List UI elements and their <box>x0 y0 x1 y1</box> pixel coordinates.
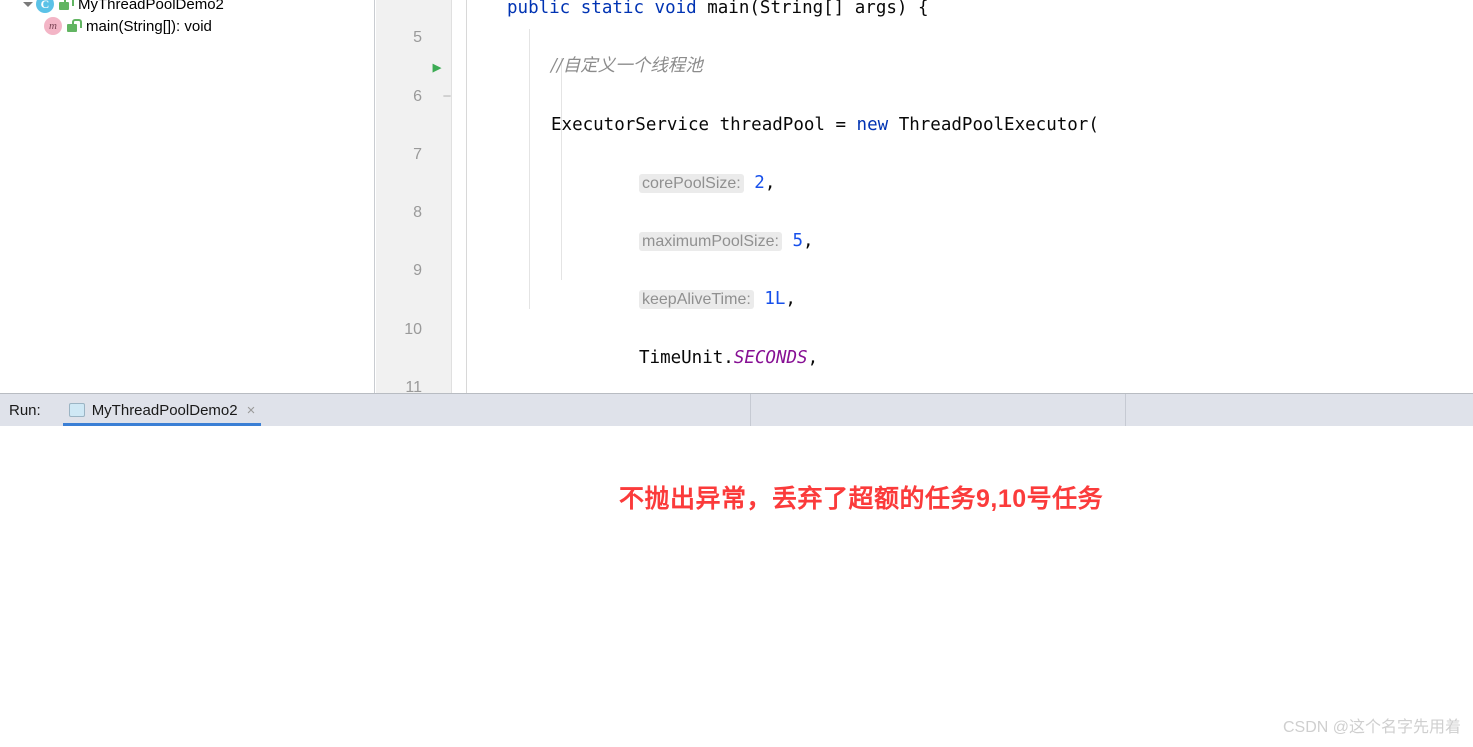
run-config-icon <box>68 403 85 417</box>
code-line[interactable]: 9 maximumPoolSize: 5, <box>376 227 1473 279</box>
editor-area: C MyThreadPoolDemo2 m main(String[]): vo… <box>0 0 1473 393</box>
code-text: ExecutorService threadPool = new ThreadP… <box>453 111 1099 140</box>
token-public: public <box>507 0 571 18</box>
ide-window: C MyThreadPoolDemo2 m main(String[]): vo… <box>0 0 1473 747</box>
lock-icon <box>57 0 74 11</box>
lock-icon <box>65 19 82 33</box>
code-line[interactable]: 7 ExecutorService threadPool = new Threa… <box>376 111 1473 163</box>
run-tool-window: Run: MyThreadPoolDemo2 × 不抛出异常，丢弃了超额的任务9… <box>0 393 1473 747</box>
token-seconds: SECONDS <box>733 347 808 368</box>
close-icon[interactable]: × <box>247 402 256 419</box>
line-number: 8 <box>413 204 422 222</box>
param-hint-keepalivetime: keepAliveTime: <box>639 290 754 310</box>
structure-tool-window[interactable]: C MyThreadPoolDemo2 m main(String[]): vo… <box>0 0 375 393</box>
watermark: CSDN @这个名字先用着 <box>1282 719 1461 736</box>
run-tool-window-header: Run: MyThreadPoolDemo2 × <box>0 394 1473 426</box>
line-number: 11 <box>405 379 422 393</box>
run-tab-label: MyThreadPoolDemo2 <box>91 401 238 419</box>
line-number: 5 <box>413 29 422 47</box>
code-surface[interactable]: 5 ▶ − public static void main(String[] a… <box>376 0 1473 393</box>
code-text: TimeUnit.SECONDS, <box>453 344 818 373</box>
method-icon: m <box>44 17 62 35</box>
token-number: 2 <box>754 172 765 193</box>
tree-node-method-label: main(String[]): void <box>86 17 212 35</box>
tree-node-class-label: MyThreadPoolDemo2 <box>78 0 224 13</box>
token-decl: ExecutorService threadPool = <box>551 114 857 135</box>
token-timeunit: TimeUnit. <box>639 347 734 368</box>
code-text: corePoolSize: 2, <box>453 169 775 198</box>
token-comma: , <box>764 172 776 193</box>
line-number: 10 <box>404 320 422 338</box>
line-number: 7 <box>413 145 422 163</box>
param-hint-corepoolsize: corePoolSize: <box>639 173 744 193</box>
token-number: 5 <box>792 231 804 252</box>
token-new: new <box>856 114 889 135</box>
token-comma: , <box>785 289 796 310</box>
code-text: keepAliveTime: 1L, <box>453 285 796 314</box>
token-ctor: ThreadPoolExecutor( <box>888 114 1099 135</box>
param-hint-maximumpoolsize: maximumPoolSize: <box>639 232 782 252</box>
header-divider <box>750 394 751 426</box>
run-label: Run: <box>9 401 41 419</box>
code-text: public static void main(String[] args) { <box>453 0 929 23</box>
code-text: maximumPoolSize: 5, <box>453 227 814 256</box>
code-line[interactable]: 8 corePoolSize: 2, <box>376 169 1473 221</box>
code-line[interactable]: 10 keepAliveTime: 1L, <box>376 285 1473 337</box>
tree-node-method[interactable]: m main(String[]): void <box>44 14 212 38</box>
code-line[interactable]: 11 TimeUnit.SECONDS, <box>376 344 1473 393</box>
code-editor[interactable]: 5 ▶ − public static void main(String[] a… <box>376 0 1473 393</box>
annotation-text: 不抛出异常，丢弃了超额的任务9,10号任务 <box>619 485 1104 513</box>
line-number: 6 <box>413 87 422 105</box>
class-icon: C <box>36 0 54 13</box>
code-line[interactable]: 6 //自定义一个线程池 <box>376 52 1473 104</box>
header-divider <box>1125 394 1126 426</box>
line-number: 9 <box>413 262 422 280</box>
token-main: main <box>707 0 750 18</box>
code-text: //自定义一个线程池 <box>453 52 703 81</box>
code-line[interactable]: 5 ▶ − public static void main(String[] a… <box>376 0 1473 105</box>
run-tab-mythreadpooldemo2[interactable]: MyThreadPoolDemo2 × <box>62 394 262 426</box>
token-number: 1L <box>764 289 786 310</box>
chevron-down-icon[interactable] <box>22 0 34 10</box>
token-static: static <box>580 0 644 18</box>
token-comment: //自定义一个线程池 <box>551 56 703 77</box>
token-comma: , <box>803 231 814 252</box>
token-void: void <box>654 0 697 18</box>
token-params: (String[] args) { <box>749 0 929 18</box>
token-comma: , <box>807 347 819 368</box>
